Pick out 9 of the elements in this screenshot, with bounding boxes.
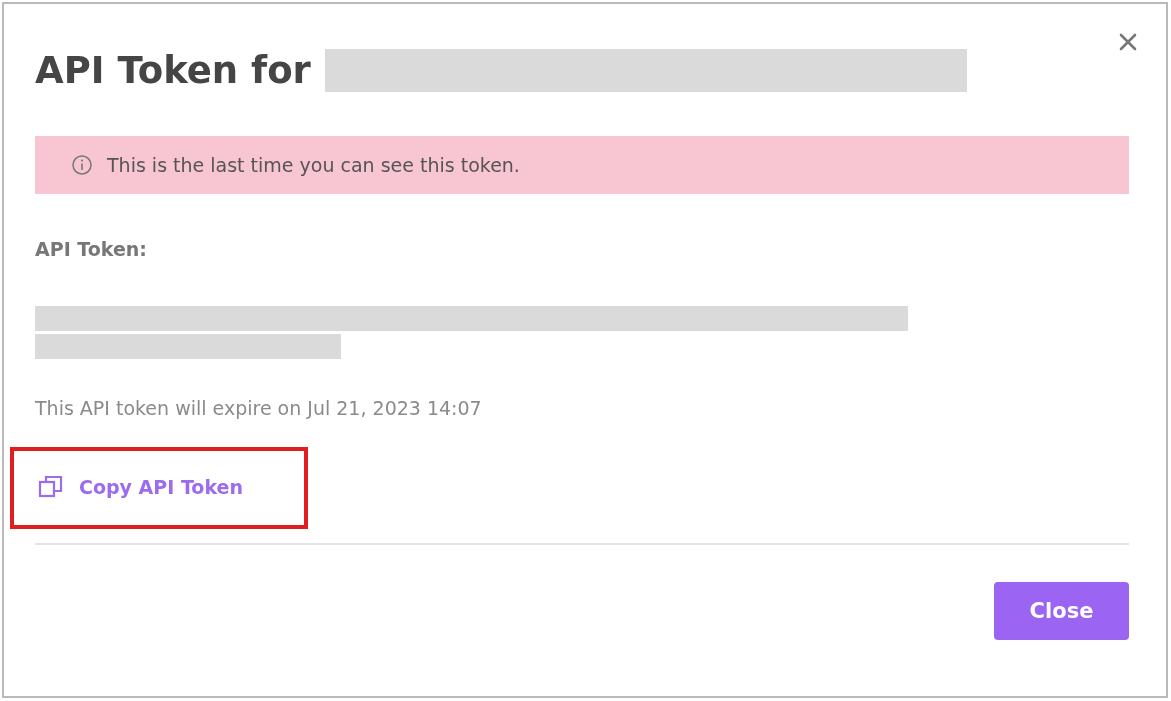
copy-icon — [37, 474, 65, 500]
info-icon — [71, 154, 93, 176]
token-label: API Token: — [35, 238, 148, 260]
expiry-text: This API token will expire on Jul 21, 2023 14:07 — [35, 397, 483, 419]
close-button[interactable]: Close — [994, 582, 1129, 640]
dialog-title: API Token for — [35, 48, 311, 92]
close-icon[interactable] — [1118, 32, 1138, 52]
warning-text: This is the last time you can see this token. — [107, 154, 520, 176]
copy-token-link[interactable]: Copy API Token — [37, 474, 243, 500]
